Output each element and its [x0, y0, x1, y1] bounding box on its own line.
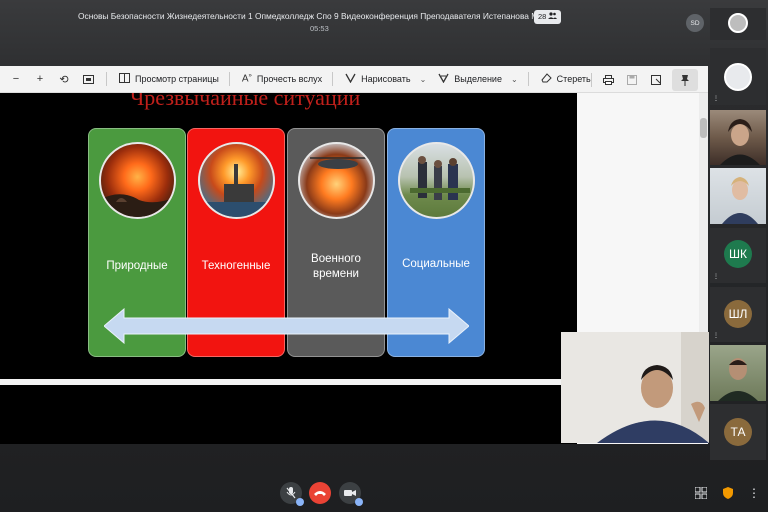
toolbar-right-group	[581, 66, 708, 93]
slide-bottom-border	[0, 379, 577, 385]
riot-crowd-image	[398, 142, 475, 219]
participant-video-feed	[720, 119, 760, 165]
status-badge	[355, 498, 363, 506]
page-view-label: Просмотр страницы	[135, 74, 219, 84]
oil-rig-fire-image	[198, 142, 275, 219]
presentation-slide: Чрезвычайные ситуации Природные Техноген…	[0, 93, 577, 379]
zoom-in-icon[interactable]: +	[32, 71, 48, 87]
save-icon[interactable]	[624, 72, 640, 88]
toolbar-divider	[332, 72, 334, 86]
pin-toolbar-button[interactable]	[672, 68, 698, 91]
more-options-icon[interactable]: ⋮	[713, 96, 719, 102]
more-vertical-icon: ⋮	[748, 486, 760, 500]
grid-icon	[695, 487, 707, 499]
participant-video-feed	[722, 177, 758, 224]
meeting-title: Основы Безопасности Жизнедеятельности 1 …	[78, 11, 543, 21]
participant-tile-video[interactable]	[710, 110, 766, 165]
read-aloud-icon: A»	[241, 73, 252, 85]
page-view-button[interactable]: Просмотр страницы	[119, 72, 219, 86]
status-badge	[296, 498, 304, 506]
read-aloud-button[interactable]: A» Прочесть вслух	[242, 73, 322, 84]
eraser-icon	[541, 72, 552, 86]
read-aloud-label: Прочесть вслух	[256, 73, 323, 84]
participant-tile[interactable]: ТА	[710, 404, 766, 460]
chevron-down-icon[interactable]: ⌄	[511, 75, 518, 84]
highlight-button[interactable]: Выделение ⌄	[438, 73, 518, 86]
participant-avatar: ШК	[724, 240, 752, 268]
microphone-button[interactable]	[280, 482, 304, 506]
pdf-viewer-toolbar: − + ⟲ Просмотр страницы A» Прочесть вслу…	[0, 66, 708, 93]
grid-view-button[interactable]	[690, 482, 712, 504]
participant-avatar	[724, 63, 752, 91]
hang-up-icon	[314, 490, 326, 496]
speaker-video-feed	[561, 332, 709, 443]
pin-icon	[681, 74, 689, 86]
helicopter-explosion-image	[298, 142, 375, 219]
participant-tile-video[interactable]	[710, 345, 766, 401]
host-avatar[interactable]: SD	[686, 14, 704, 32]
participants-count-badge[interactable]: 28	[534, 10, 562, 24]
slide-title: Чрезвычайные ситуации	[130, 93, 361, 110]
participant-video-feed	[718, 358, 758, 401]
card-social-label: Социальные	[402, 258, 470, 270]
participant-avatar: ТА	[724, 418, 752, 446]
more-options-icon[interactable]: ⋮	[713, 333, 719, 339]
highlight-icon	[438, 73, 449, 86]
participants-count: 28	[538, 12, 547, 21]
zoom-out-icon[interactable]: −	[8, 71, 24, 87]
participant-tile-video[interactable]	[710, 168, 766, 224]
fit-page-icon[interactable]	[80, 71, 96, 87]
toolbar-divider	[106, 72, 107, 86]
card-wartime-label: Военного времени	[311, 253, 361, 280]
toolbar-divider	[228, 72, 230, 86]
draw-label: Нарисовать	[361, 74, 411, 84]
toolbar-divider	[527, 72, 529, 86]
more-options-button[interactable]: ⋮	[743, 482, 765, 504]
security-button[interactable]	[717, 482, 739, 504]
meeting-screen: Основы Безопасности Жизнедеятельности 1 …	[0, 0, 768, 512]
card-natural-label: Природные	[106, 260, 168, 272]
print-icon[interactable]	[600, 72, 616, 88]
card-technogenic-label: Техногенные	[201, 260, 271, 272]
shield-icon	[723, 487, 733, 499]
draw-icon	[345, 73, 356, 86]
people-icon	[548, 10, 558, 24]
camera-button[interactable]	[339, 482, 363, 506]
double-headed-arrow	[104, 308, 469, 344]
participant-tile[interactable]	[710, 8, 766, 40]
speaker-video[interactable]	[561, 332, 709, 443]
participant-tile[interactable]: ШК ⋮	[710, 228, 766, 283]
mic-off-icon	[286, 487, 296, 499]
page-view-icon	[119, 72, 130, 86]
camera-off-icon	[344, 490, 356, 496]
scrollbar-thumb[interactable]	[700, 118, 707, 138]
rotate-icon[interactable]: ⟲	[56, 71, 72, 87]
highlight-label: Выделение	[454, 74, 502, 84]
toolbar-divider	[591, 72, 592, 87]
more-options-icon[interactable]: ⋮	[713, 274, 719, 280]
participant-tile[interactable]: ⋮	[710, 48, 766, 105]
leave-call-button[interactable]	[309, 482, 331, 504]
meeting-header: Основы Безопасности Жизнедеятельности 1 …	[0, 0, 706, 44]
save-as-icon[interactable]	[648, 72, 664, 88]
participant-avatar	[728, 13, 748, 33]
chevron-down-icon[interactable]: ⌄	[420, 75, 427, 84]
draw-button[interactable]: Нарисовать ⌄	[345, 73, 426, 86]
wildfire-image	[99, 142, 176, 219]
participant-tile[interactable]: ШЛ ⋮	[710, 287, 766, 342]
meeting-timer: 05:53	[310, 24, 329, 33]
participant-avatar: ШЛ	[724, 300, 752, 328]
